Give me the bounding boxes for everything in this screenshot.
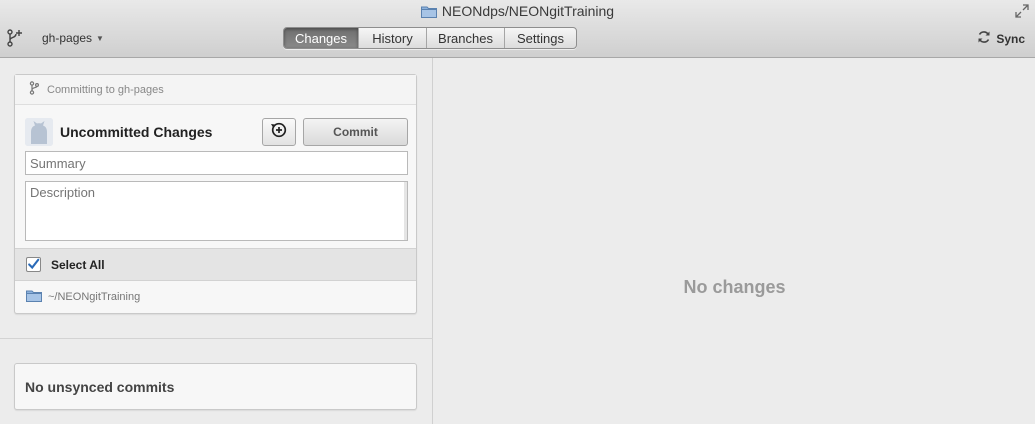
no-changes-message: No changes xyxy=(683,277,786,297)
folder-icon xyxy=(420,5,437,18)
committing-to-text: Committing to gh-pages xyxy=(47,83,164,96)
select-all-label: Select All xyxy=(51,257,105,272)
toolbar: NEONdps/NEONgitTraining gh-pages ▼ Chang… xyxy=(0,0,1035,58)
commit-sidebar: Committing to gh-pages Uncommitted Chang… xyxy=(0,58,433,424)
changes-detail-pane: No changes xyxy=(434,58,1035,424)
window-title-text: NEONdps/NEONgitTraining xyxy=(441,3,615,19)
sync-icon xyxy=(977,30,991,47)
sync-button[interactable]: Sync xyxy=(977,30,1025,47)
sync-label: Sync xyxy=(996,31,1025,46)
commit-button[interactable]: Commit xyxy=(303,118,408,146)
chevron-down-icon: ▼ xyxy=(96,33,104,43)
tab-changes[interactable]: Changes xyxy=(284,28,358,48)
undo-icon xyxy=(270,121,288,144)
summary-input[interactable] xyxy=(25,151,408,175)
view-tabs: Changes History Branches Settings xyxy=(283,27,577,49)
repo-path-text: ~/NEONgitTraining xyxy=(48,291,141,303)
branch-icon xyxy=(29,81,39,98)
window-title: NEONdps/NEONgitTraining xyxy=(0,3,1035,19)
tab-branches[interactable]: Branches xyxy=(426,28,504,48)
uncommitted-header: Uncommitted Changes Commit xyxy=(25,118,409,148)
committing-to-header: Committing to gh-pages xyxy=(15,75,416,105)
create-branch-icon[interactable] xyxy=(6,28,24,48)
tab-history[interactable]: History xyxy=(358,28,426,48)
discard-changes-button[interactable] xyxy=(262,118,296,146)
folder-icon xyxy=(26,289,42,305)
commit-panel: Committing to gh-pages Uncommitted Chang… xyxy=(14,74,417,314)
unsynced-commits-panel: No unsynced commits xyxy=(14,363,417,410)
avatar xyxy=(25,118,53,146)
uncommitted-changes-title: Uncommitted Changes xyxy=(60,124,213,140)
unsynced-commits-label: No unsynced commits xyxy=(25,378,175,395)
section-divider xyxy=(0,338,433,339)
select-all-row[interactable]: Select All xyxy=(15,248,416,281)
repo-path-row[interactable]: ~/NEONgitTraining xyxy=(15,281,416,313)
fullscreen-icon[interactable] xyxy=(1015,4,1029,18)
description-input[interactable] xyxy=(25,181,408,241)
select-all-checkbox[interactable] xyxy=(26,257,41,272)
tab-settings[interactable]: Settings xyxy=(504,28,576,48)
branch-name: gh-pages xyxy=(42,31,93,45)
branch-selector[interactable]: gh-pages ▼ xyxy=(42,31,104,45)
description-scrollbar[interactable] xyxy=(404,182,407,240)
